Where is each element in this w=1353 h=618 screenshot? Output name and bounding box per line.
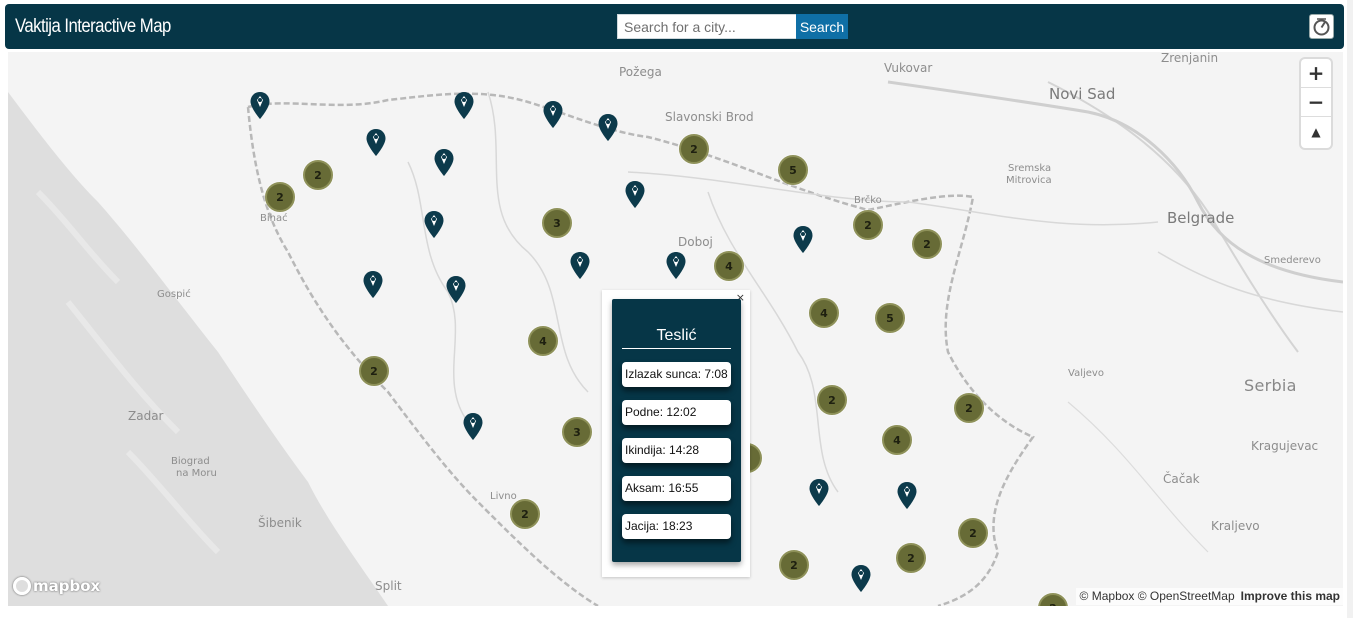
- location-pin-icon[interactable]: [434, 149, 454, 177]
- cluster-marker[interactable]: 2: [779, 550, 809, 580]
- mapbox-logo[interactable]: mapbox: [13, 577, 100, 595]
- place-label: Mitrovica: [1006, 175, 1052, 186]
- place-label: Kraljevo: [1211, 519, 1260, 533]
- location-pin-icon[interactable]: [463, 413, 483, 441]
- place-label: Slavonski Brod: [665, 110, 754, 124]
- zoom-out-button[interactable]: −: [1301, 88, 1331, 117]
- location-pin-icon[interactable]: [250, 92, 270, 120]
- location-pin-icon[interactable]: [598, 114, 618, 142]
- place-label: Split: [375, 579, 402, 593]
- prayer-time-jacija: Jacija: 18:23: [622, 514, 731, 539]
- location-pin-icon[interactable]: [570, 252, 590, 280]
- location-pin-icon[interactable]: [666, 252, 686, 280]
- location-pin-icon[interactable]: [363, 271, 383, 299]
- cluster-marker[interactable]: 4: [714, 251, 744, 281]
- prayer-time-podne: Podne: 12:02: [622, 400, 731, 425]
- cluster-marker[interactable]: 2: [896, 543, 926, 573]
- top-navbar: Vaktija Interactive Map Search: [5, 4, 1344, 49]
- place-label: Vukovar: [884, 61, 933, 75]
- cluster-marker[interactable]: 2: [265, 182, 295, 212]
- city-popup: × Teslić Izlazak sunca: 7:08 Podne: 12:0…: [602, 290, 750, 577]
- location-pin-icon[interactable]: [424, 211, 444, 239]
- prayer-times-card: Teslić Izlazak sunca: 7:08 Podne: 12:02 …: [612, 299, 741, 562]
- attribution-text[interactable]: © Mapbox © OpenStreetMap: [1080, 589, 1235, 603]
- location-pin-icon[interactable]: [625, 181, 645, 209]
- cluster-marker[interactable]: 2: [303, 160, 333, 190]
- place-label: Belgrade: [1167, 209, 1235, 227]
- app-title: Vaktija Interactive Map: [15, 16, 171, 37]
- cluster-marker[interactable]: 3: [562, 417, 592, 447]
- place-label: Čačak: [1163, 472, 1200, 486]
- map-attribution: © Mapbox © OpenStreetMap Improve this map: [1075, 588, 1344, 605]
- improve-map-link[interactable]: Improve this map: [1241, 589, 1340, 603]
- location-pin-icon[interactable]: [793, 226, 813, 254]
- location-pin-icon[interactable]: [446, 276, 466, 304]
- location-pin-icon[interactable]: [897, 482, 917, 510]
- cluster-marker[interactable]: 2: [853, 210, 883, 240]
- location-pin-icon[interactable]: [366, 129, 386, 157]
- cluster-marker[interactable]: 2: [817, 385, 847, 415]
- prayer-time-sunrise: Izlazak sunca: 7:08: [622, 362, 731, 387]
- cluster-marker[interactable]: 2: [954, 393, 984, 423]
- popup-city-name: Teslić: [622, 327, 731, 349]
- zoom-in-button[interactable]: +: [1301, 59, 1331, 88]
- place-label: na Moru: [176, 468, 217, 479]
- cluster-marker[interactable]: 2: [510, 499, 540, 529]
- place-label: Serbia: [1244, 376, 1297, 395]
- place-label: Smederevo: [1264, 255, 1321, 266]
- place-label: Šibenik: [258, 516, 302, 530]
- search-button[interactable]: Search: [796, 14, 848, 39]
- cluster-marker[interactable]: 4: [882, 425, 912, 455]
- place-label: Brčko: [854, 195, 882, 206]
- cluster-marker[interactable]: 2: [359, 356, 389, 386]
- place-label: Novi Sad: [1049, 85, 1116, 103]
- geolocate-icon[interactable]: [1309, 14, 1334, 39]
- place-label: Požega: [619, 65, 662, 79]
- mapbox-logo-icon: [13, 577, 31, 595]
- city-search-input[interactable]: [617, 14, 797, 39]
- location-pin-icon[interactable]: [543, 101, 563, 129]
- place-label: Gospić: [157, 289, 191, 300]
- place-label: Zadar: [128, 409, 164, 423]
- place-label: Zrenjanin: [1161, 52, 1219, 65]
- page-scrollbar[interactable]: [1347, 0, 1353, 618]
- mapbox-logo-text: mapbox: [33, 577, 101, 595]
- map-zoom-controls: + − ▲: [1301, 59, 1331, 148]
- prayer-time-ikindija: Ikindija: 14:28: [622, 438, 731, 463]
- location-pin-icon[interactable]: [454, 92, 474, 120]
- place-label: Sremska: [1008, 163, 1052, 174]
- cluster-marker[interactable]: 2: [912, 229, 942, 259]
- cluster-marker[interactable]: 2: [679, 134, 709, 164]
- location-pin-icon[interactable]: [851, 565, 871, 593]
- place-label: Biograd: [171, 456, 210, 467]
- place-label: Valjevo: [1068, 368, 1104, 379]
- cluster-marker[interactable]: 2: [958, 518, 988, 548]
- place-label: Kragujevac: [1251, 439, 1319, 453]
- cluster-marker[interactable]: 4: [528, 326, 558, 356]
- cluster-marker[interactable]: 5: [778, 155, 808, 185]
- cluster-marker[interactable]: 3: [542, 208, 572, 238]
- cluster-marker[interactable]: 5: [875, 303, 905, 333]
- prayer-time-aksam: Aksam: 16:55: [622, 476, 731, 501]
- compass-button[interactable]: ▲: [1301, 117, 1331, 146]
- place-label: Livno: [490, 491, 517, 502]
- location-pin-icon[interactable]: [809, 479, 829, 507]
- cluster-marker[interactable]: 4: [809, 298, 839, 328]
- place-label: Doboj: [678, 235, 713, 249]
- place-label: Bihać: [260, 213, 288, 224]
